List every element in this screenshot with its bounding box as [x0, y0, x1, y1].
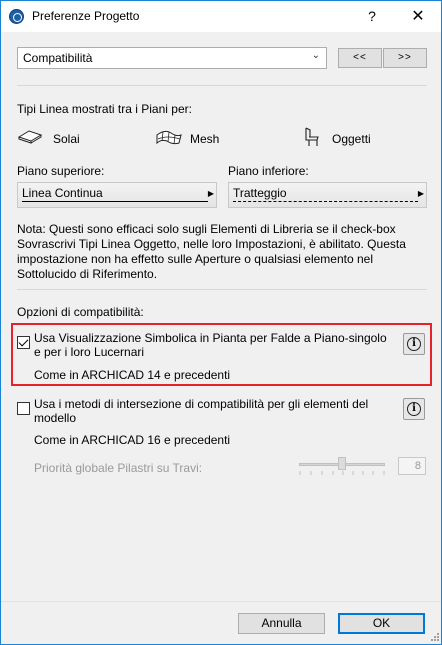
mesh-icon [156, 130, 182, 145]
symbolic-roof-option-text: Usa Visualizzazione Simbolica in Pianta … [34, 331, 387, 359]
window-title: Preferenze Progetto [32, 9, 140, 23]
upper-floor-linetype-button[interactable]: Linea Continua ▶ [17, 182, 217, 208]
info-button[interactable]: i [403, 398, 425, 420]
intersection-methods-checkbox[interactable] [17, 402, 30, 415]
cancel-button[interactable]: Annulla [238, 613, 325, 634]
solid-line-sample [22, 201, 208, 202]
slider-ticks [299, 471, 385, 475]
priority-label: Priorità globale Pilastri su Travi: [34, 461, 203, 475]
compat-heading: Opzioni di compatibilità: [17, 305, 144, 319]
triangle-right-icon: ▶ [207, 189, 214, 198]
info-icon: i [407, 402, 421, 416]
archicad-app-icon [9, 9, 24, 24]
page-select-value: Compatibilità [23, 51, 93, 65]
dashed-line-sample [233, 201, 418, 202]
title-bar: Preferenze Progetto ? ✕ [1, 1, 441, 32]
preferences-dialog: Preferenze Progetto ? ✕ Compatibilità ⌄ … [0, 0, 442, 645]
lower-floor-linetype-button[interactable]: Tratteggio ▶ [228, 182, 427, 208]
info-icon: i [407, 337, 421, 351]
page-select[interactable]: Compatibilità ⌄ [17, 47, 327, 69]
ok-button[interactable]: OK [338, 613, 425, 634]
linetype-item-label: Mesh [190, 132, 220, 146]
divider [1, 601, 441, 602]
close-button[interactable]: ✕ [395, 1, 441, 32]
previous-page-button[interactable]: << [338, 48, 382, 68]
resize-grip-icon[interactable] [429, 631, 440, 642]
help-button[interactable]: ? [349, 1, 395, 32]
linetype-note: Nota: Questi sono efficaci solo sugli El… [17, 222, 406, 281]
info-button[interactable]: i [403, 333, 425, 355]
lower-floor-linetype-value: Tratteggio [233, 186, 287, 200]
next-page-button[interactable]: >> [383, 48, 427, 68]
priority-slider-thumb[interactable] [338, 457, 346, 470]
triangle-right-icon: ▶ [417, 189, 424, 198]
priority-value-field[interactable]: 8 [398, 457, 426, 475]
upper-floor-label: Piano superiore: [17, 164, 105, 178]
linetype-item-label: Oggetti [332, 132, 371, 146]
chair-icon [305, 127, 319, 146]
symbolic-roof-version-note: Come in ARCHICAD 14 e precedenti [34, 368, 231, 382]
symbolic-roof-checkbox[interactable] [17, 336, 30, 349]
linetype-item-label: Solai [53, 132, 80, 146]
intersection-version-note: Come in ARCHICAD 16 e precedenti [34, 433, 231, 447]
divider [17, 289, 427, 290]
divider [17, 85, 427, 86]
intersection-methods-option-text: Usa i metodi di intersezione di compatib… [34, 397, 369, 425]
lower-floor-label: Piano inferiore: [228, 164, 309, 178]
upper-floor-linetype-value: Linea Continua [22, 186, 103, 200]
chevron-down-icon: ⌄ [311, 50, 320, 61]
linetypes-heading: Tipi Linea mostrati tra i Piani per: [17, 102, 192, 116]
slab-icon [17, 130, 43, 144]
